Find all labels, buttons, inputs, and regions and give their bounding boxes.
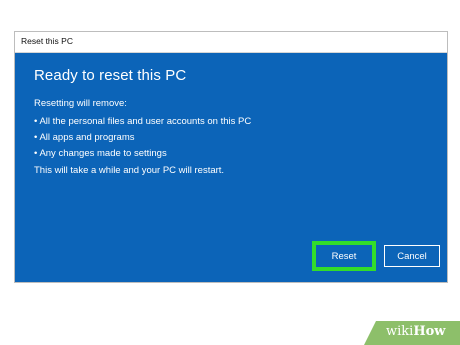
reset-pc-window: Reset this PC Ready to reset this PC Res… <box>14 31 448 283</box>
restart-note: This will take a while and your PC will … <box>34 165 225 176</box>
dialog-subheading: Resetting will remove: <box>34 98 127 109</box>
list-item: • All apps and programs <box>34 132 135 143</box>
dialog-heading: Ready to reset this PC <box>34 67 187 84</box>
screenshot-stage: Reset this PC Ready to reset this PC Res… <box>0 0 460 345</box>
watermark-text: wikiHow <box>386 324 445 339</box>
title-bar: Reset this PC <box>15 32 447 53</box>
watermark-suffix: How <box>413 324 446 339</box>
wikihow-watermark: wikiHow <box>364 321 460 345</box>
list-item: • Any changes made to settings <box>34 148 167 159</box>
reset-button[interactable]: Reset <box>316 245 372 267</box>
watermark-prefix: wiki <box>386 324 414 339</box>
list-item: • All the personal files and user accoun… <box>34 116 252 127</box>
window-title: Reset this PC <box>21 36 73 46</box>
reset-dialog-panel: Ready to reset this PC Resetting will re… <box>15 53 447 282</box>
cancel-button[interactable]: Cancel <box>384 245 440 267</box>
removal-list: • All the personal files and user accoun… <box>34 114 251 162</box>
